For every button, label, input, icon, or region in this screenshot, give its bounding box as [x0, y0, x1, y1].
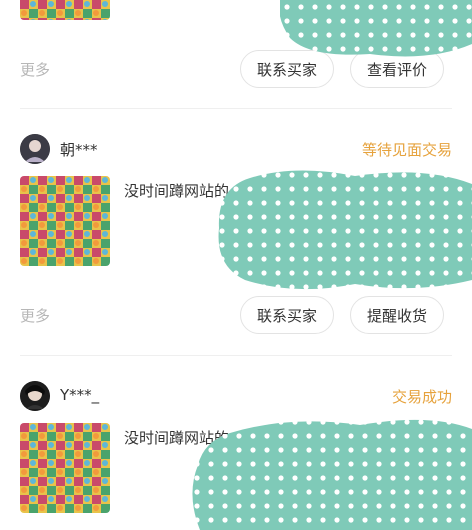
redaction-overlay	[190, 415, 472, 530]
item-title: 没时间蹲网站的	[124, 182, 230, 200]
redaction-overlay	[215, 168, 472, 293]
card-header: 朝*** 等待见面交易	[0, 132, 472, 168]
divider	[20, 108, 452, 109]
order-actions: 更多 联系买家 提醒收货	[0, 296, 472, 336]
buyer-name: 朝***	[60, 141, 98, 159]
more-link[interactable]: 更多	[20, 305, 50, 326]
divider	[20, 355, 452, 356]
user-avatar-icon[interactable]	[20, 381, 50, 411]
order-status: 等待见面交易	[361, 141, 452, 159]
remind-receipt-button[interactable]: 提醒收货	[350, 296, 445, 334]
more-link[interactable]: 更多	[20, 59, 50, 80]
card-header: Y***_ 交易成功	[0, 379, 472, 415]
contact-buyer-button[interactable]: 联系买家	[240, 296, 335, 334]
buyer-name: Y***_	[60, 386, 100, 404]
item-thumbnail[interactable]	[20, 423, 110, 513]
redaction-overlay	[280, 0, 472, 60]
item-thumbnail[interactable]	[20, 176, 110, 266]
order-status: 交易成功	[391, 388, 452, 406]
item-thumbnail[interactable]	[20, 0, 110, 20]
orders-screen: 更多 联系买家 查看评价 朝*** 等待见面交易 没时间蹲网站的 更多 联系买家…	[0, 0, 472, 530]
user-avatar-icon[interactable]	[20, 134, 50, 164]
